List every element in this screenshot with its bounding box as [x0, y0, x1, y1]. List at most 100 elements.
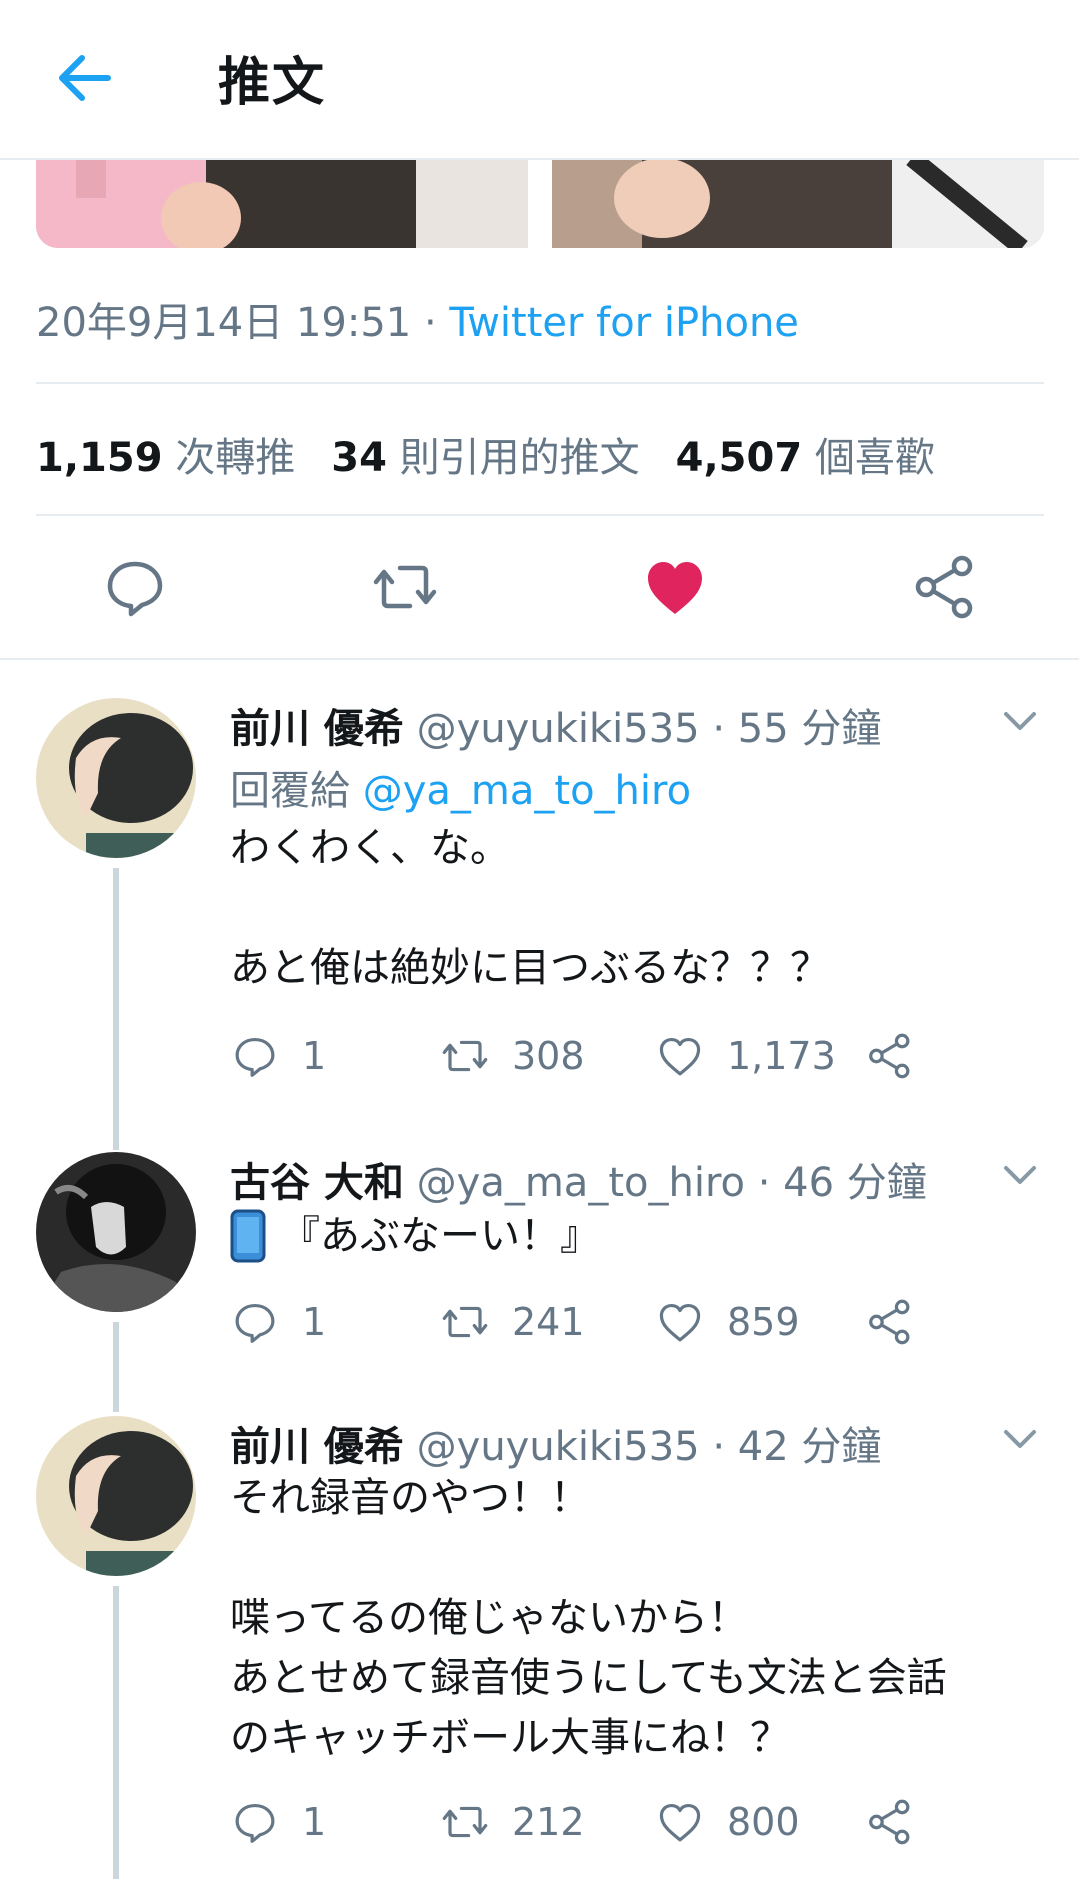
heart-icon [659, 1303, 701, 1342]
mobile-phone-icon [230, 1209, 266, 1263]
replying-to-handle[interactable]: @ya_ma_to_hiro [363, 768, 691, 814]
text-line: 喋ってるの俺じゃないから！ [230, 1595, 748, 1641]
reply-icon [235, 1037, 275, 1077]
retweet-count: 241 [512, 1300, 585, 1344]
avatar[interactable] [36, 1416, 196, 1576]
user-handle[interactable]: @yuyukiki535 [417, 1424, 700, 1470]
reply-time: · 55 分鐘 [712, 706, 882, 752]
text-line: それ録音のやつ！！ [230, 1475, 590, 1521]
share-button[interactable] [865, 1296, 937, 1348]
retweets-stat[interactable]: 1,159 次轉推 [36, 435, 295, 481]
user-handle[interactable]: @ya_ma_to_hiro [417, 1160, 745, 1206]
chevron-down-icon[interactable] [1000, 1154, 1040, 1194]
reply-action-bar: 1 241 859 [230, 1296, 1030, 1348]
tweet-source-link[interactable]: Twitter for iPhone [449, 300, 799, 346]
text-line: わくわく、な。 [230, 825, 510, 871]
reply-count: 1 [302, 1034, 327, 1078]
retweet-count: 212 [512, 1800, 585, 1844]
share-icon [869, 1799, 910, 1845]
divider [36, 514, 1044, 516]
display-name[interactable]: 前川 優希 [230, 706, 404, 752]
tweet-photo-1[interactable] [36, 158, 528, 248]
reply-count: 1 [302, 1300, 327, 1344]
text-line: あと俺は絶妙に目つぶるな？？？ [230, 945, 830, 991]
share-icon [869, 1299, 910, 1345]
quotes-label: 則引用的推文 [399, 435, 640, 481]
quotes-count: 34 [331, 435, 387, 481]
reply-time: · 46 分鐘 [757, 1160, 927, 1206]
likes-stat[interactable]: 4,507 個喜歡 [676, 435, 935, 481]
retweets-label: 次轉推 [175, 435, 296, 481]
reply-icon[interactable] [100, 552, 170, 622]
quotes-stat[interactable]: 34 則引用的推文 [331, 435, 639, 481]
thread-connector [113, 868, 119, 1150]
tweet-detail-page: 推文 20年9月14日 19:51 · Twitter for iPhone 1… [0, 0, 1079, 1879]
retweet-button[interactable]: 212 [440, 1796, 585, 1848]
avatar[interactable] [36, 1152, 196, 1312]
reply-icon [235, 1303, 275, 1343]
reply-button[interactable]: 1 [230, 1030, 326, 1082]
tweet-meta: 20年9月14日 19:51 · Twitter for iPhone [36, 290, 799, 348]
likes-count: 4,507 [675, 435, 803, 481]
retweet-button[interactable]: 241 [440, 1296, 585, 1348]
heart-icon [659, 1803, 701, 1842]
text-line [230, 878, 830, 938]
reply-icon [235, 1803, 275, 1843]
reply-header: 古谷 大和 @ya_ma_to_hiro · 46 分鐘 [230, 1150, 927, 1208]
retweet-icon[interactable] [370, 552, 440, 622]
reply-count: 1 [302, 1800, 327, 1844]
reply-text: 『あぶなーい！』 [230, 1206, 600, 1266]
tweet-stats: 1,159 次轉推 34 則引用的推文 4,507 個喜歡 [36, 425, 935, 483]
reply-header: 前川 優希 @yuyukiki535 · 55 分鐘 [230, 696, 881, 754]
like-button[interactable]: 1,173 [655, 1030, 836, 1082]
retweet-button[interactable]: 308 [440, 1030, 585, 1082]
top-app-bar: 推文 [0, 0, 1079, 160]
likes-label: 個喜歡 [814, 435, 935, 481]
reply-action-bar: 1 308 1,173 [230, 1030, 1030, 1082]
share-button[interactable] [865, 1030, 937, 1082]
avatar[interactable] [36, 698, 196, 858]
tweet-timestamp: 20年9月14日 19:51 [36, 300, 412, 346]
share-icon [869, 1033, 910, 1079]
reply-text: わくわく、な。 あと俺は絶妙に目つぶるな？？？ [230, 818, 830, 998]
text-line: 『あぶなーい！』 [280, 1213, 600, 1259]
like-count: 859 [727, 1300, 800, 1344]
tweet-photo-2[interactable] [552, 158, 1044, 248]
reply-action-bar: 1 212 800 [230, 1796, 1030, 1848]
reply-header: 前川 優希 @yuyukiki535 · 42 分鐘 [230, 1414, 881, 1472]
display-name[interactable]: 古谷 大和 [230, 1160, 404, 1206]
replying-to: 回覆給 @ya_ma_to_hiro [230, 758, 691, 816]
reply-time: · 42 分鐘 [712, 1424, 882, 1470]
like-button[interactable]: 859 [655, 1296, 800, 1348]
chevron-down-icon[interactable] [1000, 1418, 1040, 1458]
replying-to-label: 回覆給 [230, 768, 350, 814]
text-line: のキャッチボール大事にね！？ [230, 1715, 790, 1761]
display-name[interactable]: 前川 優希 [230, 1424, 404, 1470]
meta-separator: · [411, 300, 450, 346]
divider [0, 658, 1079, 660]
text-line [230, 1528, 947, 1588]
text-line: あとせめて録音使うにしても文法と会話 [230, 1655, 947, 1701]
tweet-action-bar [0, 552, 1079, 622]
reply-text: それ録音のやつ！！ 喋ってるの俺じゃないから！ あとせめて録音使うにしても文法と… [230, 1468, 947, 1768]
like-count: 1,173 [727, 1034, 836, 1078]
user-handle[interactable]: @yuyukiki535 [417, 706, 700, 752]
chevron-down-icon[interactable] [1000, 700, 1040, 740]
share-button[interactable] [865, 1796, 937, 1848]
page-title: 推文 [218, 53, 327, 113]
divider [36, 382, 1044, 384]
retweet-icon [442, 1806, 488, 1838]
retweet-icon [442, 1040, 488, 1072]
thread-connector [113, 1322, 119, 1412]
retweet-count: 308 [512, 1034, 585, 1078]
back-arrow-icon[interactable] [52, 46, 116, 110]
heart-icon [659, 1037, 701, 1076]
share-icon[interactable] [910, 552, 980, 622]
reply-button[interactable]: 1 [230, 1796, 326, 1848]
like-heart-icon-filled[interactable] [640, 552, 710, 622]
like-button[interactable]: 800 [655, 1796, 800, 1848]
like-count: 800 [727, 1800, 800, 1844]
reply-button[interactable]: 1 [230, 1296, 326, 1348]
thread-connector [113, 1586, 119, 1879]
retweet-icon [442, 1306, 488, 1338]
